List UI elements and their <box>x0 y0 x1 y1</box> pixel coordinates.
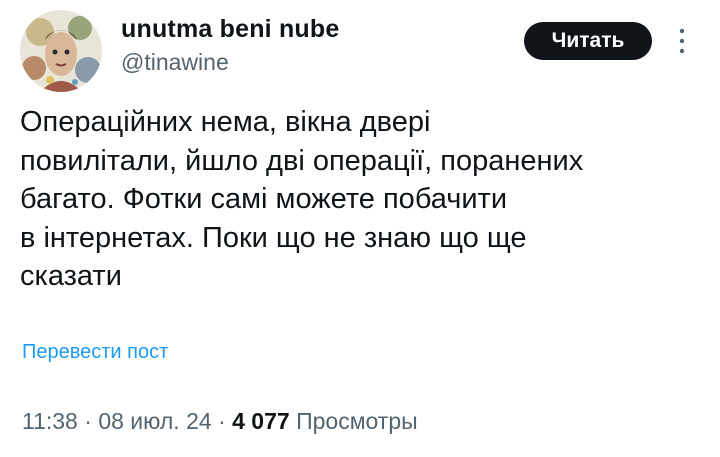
avatar[interactable] <box>20 10 102 92</box>
user-handle[interactable]: @tinawine <box>121 47 339 77</box>
more-vertical-icon[interactable] <box>676 26 688 56</box>
author-block: unutma beni nube @tinawine <box>121 14 339 77</box>
tweet-text: Операційних нема, вікна двері повилітали… <box>20 106 584 292</box>
views-label: Просмотры <box>296 408 418 434</box>
tweet-date[interactable]: 08 июл. 24 <box>98 408 211 434</box>
translate-post-link[interactable]: Перевести пост <box>22 341 168 364</box>
meta-separator: · <box>218 408 226 434</box>
avatar-illustration <box>20 10 102 92</box>
follow-button[interactable]: Читать <box>524 22 652 60</box>
tweet-time[interactable]: 11:38 <box>22 408 78 434</box>
views-count[interactable]: 4 077 <box>232 408 290 434</box>
tweet: unutma beni nube @tinawine Читать Операц… <box>0 0 720 457</box>
display-name[interactable]: unutma beni nube <box>121 14 339 44</box>
tweet-meta: 11:38 · 08 июл. 24 · 4 077 Просмотры <box>22 408 418 435</box>
meta-separator: · <box>84 408 92 434</box>
